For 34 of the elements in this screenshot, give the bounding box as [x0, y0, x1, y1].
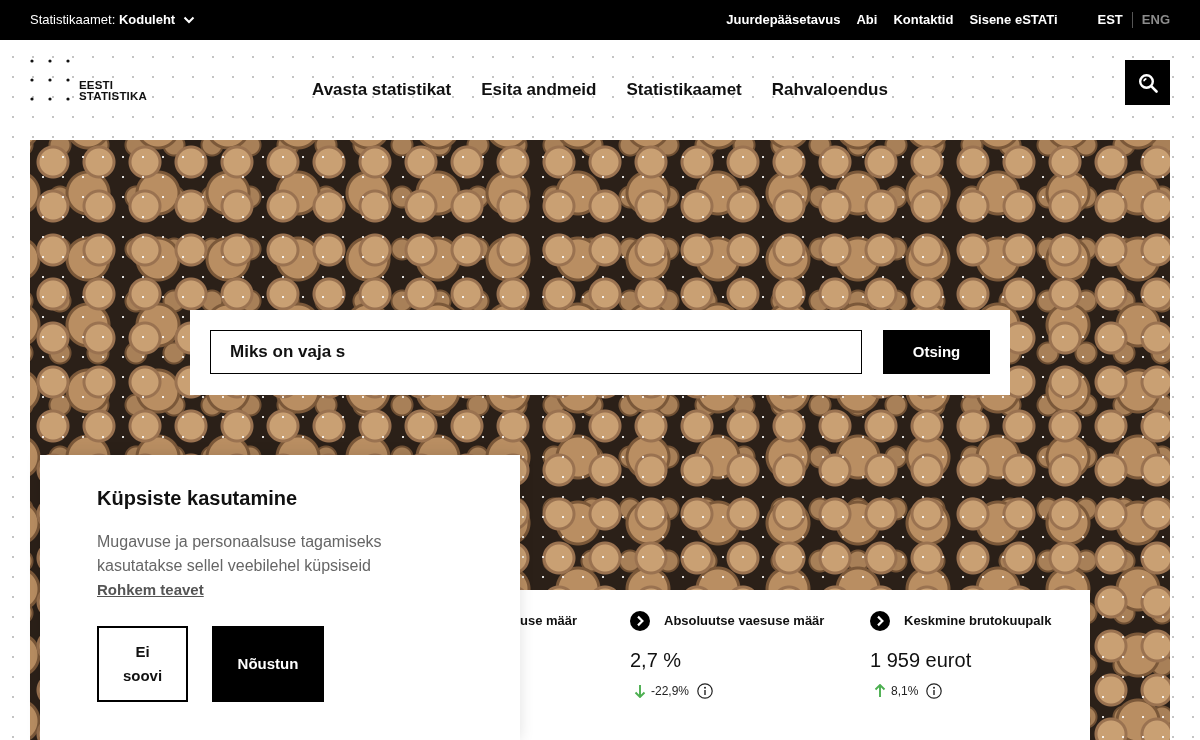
stat-title: Keskmine brutokuupalk: [904, 613, 1052, 629]
cookie-title: Küpsiste kasutamine: [97, 486, 299, 510]
nav-link[interactable]: Esita andmeid: [481, 77, 597, 103]
top-nav-link[interactable]: Sisene eSTATi: [969, 12, 1058, 28]
nav-link[interactable]: Avasta statistikat: [312, 77, 452, 103]
more-info-link[interactable]: Rohkem teavet: [97, 579, 204, 601]
chevron-down-icon: [183, 16, 196, 24]
top-nav-link[interactable]: Abi: [856, 12, 878, 28]
search-icon: [1137, 72, 1158, 93]
stat-value: 1 959 eurot: [870, 648, 972, 672]
search-submit-button[interactable]: Otsing: [883, 330, 990, 374]
chevron-right-icon[interactable]: [630, 611, 650, 631]
top-nav-link[interactable]: Juurdepääsetavus: [726, 12, 841, 28]
stat-title: Absoluutse vaesuse määr: [664, 613, 825, 629]
cookie-button[interactable]: Nõustun: [212, 626, 324, 702]
header-search-button[interactable]: [1125, 60, 1170, 105]
stat-change: -22,9%: [651, 684, 690, 698]
language-link[interactable]: ENG: [1141, 12, 1170, 28]
language-link[interactable]: EST: [1097, 12, 1123, 28]
dot-grid-icon: [30, 59, 70, 101]
stat-value: 2,7 %: [630, 648, 682, 672]
cookie-text: Mugavuse ja personaalsuse tagamiseks kasutatakse sellel veebilehel küpsiseid: [97, 532, 383, 576]
top-nav-link[interactable]: Kontaktid: [893, 12, 954, 28]
stat-change: 8,1%: [891, 684, 919, 698]
info-icon[interactable]: [926, 683, 943, 699]
nav-link[interactable]: Statistikaamet: [626, 77, 742, 103]
chevron-right-icon[interactable]: [870, 611, 890, 631]
search-field[interactable]: Miks on vaja s: [210, 330, 862, 374]
site-selector[interactable]: Statistikaamet: Koduleht: [30, 12, 196, 28]
stat-title: use määr: [520, 613, 578, 629]
nav-link[interactable]: Rahvaloendus: [771, 77, 888, 103]
cookie-button[interactable]: Ei soovi: [97, 626, 188, 702]
info-icon[interactable]: [697, 683, 714, 699]
logo-text: EESTI STATISTIKA: [79, 80, 147, 101]
